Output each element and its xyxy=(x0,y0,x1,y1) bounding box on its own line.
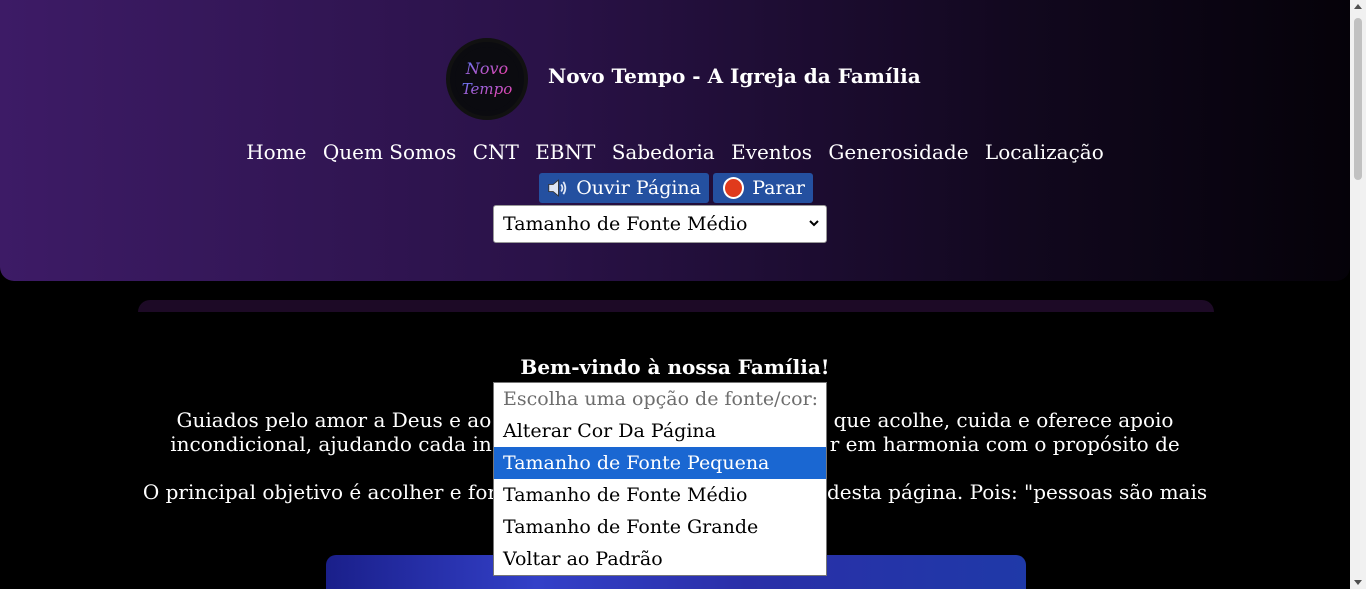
font-size-dropdown-list: Escolha uma opção de fonte/cor: Alterar … xyxy=(493,382,827,576)
intro-line2-left: incondicional, ajudando cada in xyxy=(170,432,492,456)
nav-home[interactable]: Home xyxy=(246,140,306,164)
nav-localizacao[interactable]: Localização xyxy=(985,140,1104,164)
nav-quem-somos[interactable]: Quem Somos xyxy=(323,140,456,164)
listen-page-label: Ouvir Página xyxy=(576,177,701,199)
option-change-page-color[interactable]: Alterar Cor Da Página xyxy=(494,415,826,447)
audio-controls: Ouvir Página Parar xyxy=(539,173,813,203)
nav-cnt[interactable]: CNT xyxy=(473,140,519,164)
svg-text:Tempo: Tempo xyxy=(462,80,513,98)
nav-generosidade[interactable]: Generosidade xyxy=(828,140,968,164)
option-font-large[interactable]: Tamanho de Fonte Grande xyxy=(494,511,826,543)
scroll-down-arrow-icon[interactable] xyxy=(1354,580,1362,585)
nav-eventos[interactable]: Eventos xyxy=(731,140,812,164)
church-logo[interactable]: Novo Tempo xyxy=(446,38,528,120)
stop-label: Parar xyxy=(752,177,805,199)
speaker-icon xyxy=(548,179,567,197)
chevron-down-icon xyxy=(809,220,819,227)
main-nav: Home Quem Somos CNT EBNT Sabedoria Event… xyxy=(0,140,1350,164)
option-font-small[interactable]: Tamanho de Fonte Pequena xyxy=(494,447,826,479)
page-scrollbar[interactable] xyxy=(1350,0,1366,589)
logo-icon: Novo Tempo xyxy=(455,47,519,111)
site-header: Novo Tempo Novo Tempo - A Igreja da Famí… xyxy=(0,0,1350,281)
objective-left: O principal objetivo é acolher e for xyxy=(142,480,497,504)
font-size-select[interactable]: Tamanho de Fonte Médio xyxy=(493,205,827,243)
option-font-medium[interactable]: Tamanho de Fonte Médio xyxy=(494,479,826,511)
intro-line2-right: r em harmonia com o propósito de xyxy=(829,432,1180,456)
intro-line1-right: a que acolhe, cuida e oferece apoio xyxy=(815,408,1174,432)
listen-page-button[interactable]: Ouvir Página xyxy=(539,173,709,203)
content-card-top xyxy=(138,300,1214,312)
scrollbar-thumb[interactable] xyxy=(1354,18,1362,180)
intro-line1-left: Guiados pelo amor a Deus e ao xyxy=(176,408,492,432)
nav-sabedoria[interactable]: Sabedoria xyxy=(612,140,715,164)
option-reset-default[interactable]: Voltar ao Padrão xyxy=(494,543,826,575)
font-size-select-value: Tamanho de Fonte Médio xyxy=(503,213,748,235)
stop-button[interactable]: Parar xyxy=(713,173,813,203)
nav-ebnt[interactable]: EBNT xyxy=(535,140,595,164)
option-placeholder: Escolha uma opção de fonte/cor: xyxy=(503,388,819,410)
site-title: Novo Tempo - A Igreja da Família xyxy=(548,64,921,88)
objective-right: desta página. Pois: "pessoas são mais xyxy=(826,480,1208,504)
scroll-up-arrow-icon[interactable] xyxy=(1354,4,1362,9)
welcome-heading: Bem-vindo à nossa Família! xyxy=(520,355,830,379)
stop-sign-icon xyxy=(723,177,745,199)
